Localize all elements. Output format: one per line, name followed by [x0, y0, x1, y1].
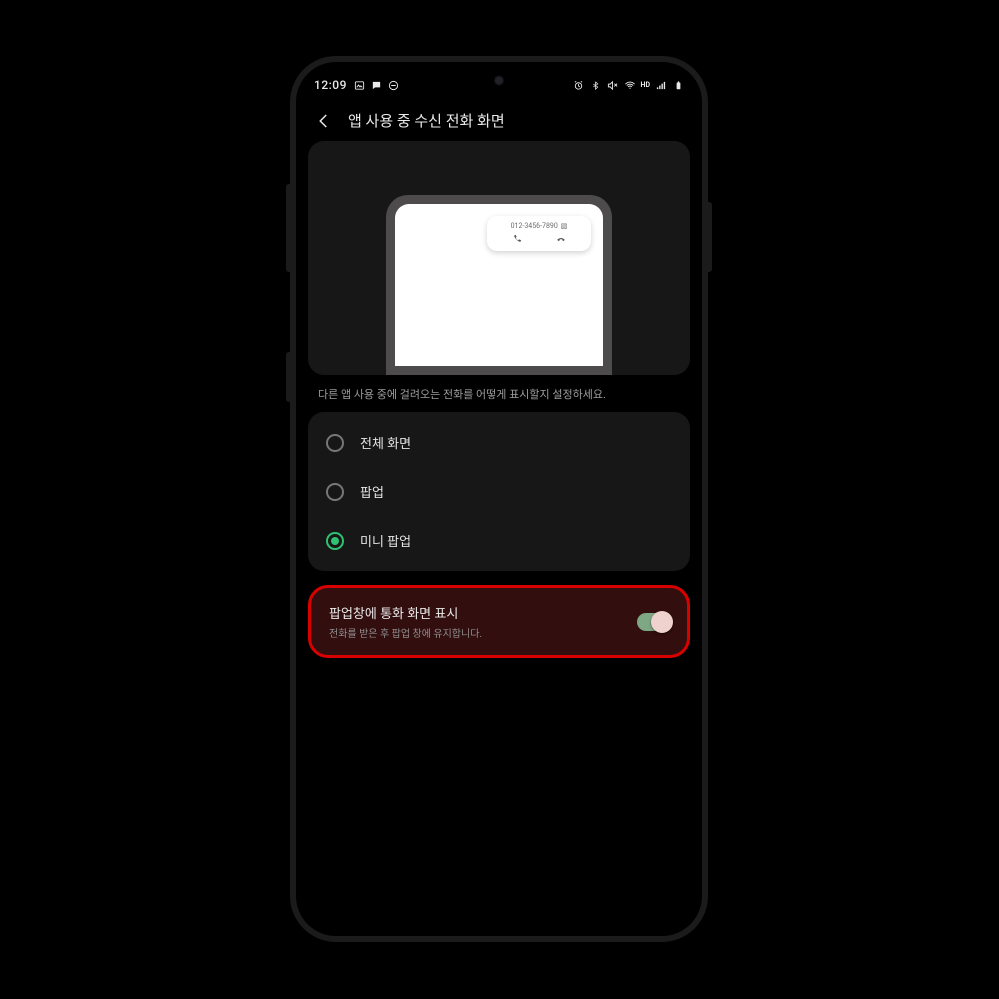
option-minipopup[interactable]: 미니 팝업	[308, 516, 690, 565]
camera-hole	[493, 74, 506, 87]
screen: 12:09	[300, 66, 698, 932]
toggle-subtitle: 전화를 받은 후 팝업 창에 유지합니다.	[329, 625, 482, 640]
display-option-group: 전체 화면 팝업 미니 팝업	[308, 412, 690, 571]
answer-icon	[511, 234, 523, 247]
chat-icon	[371, 79, 383, 91]
preview-card: 012-3456-7890 ▧	[308, 141, 690, 375]
page-title: 앱 사용 중 수신 전화 화면	[348, 110, 505, 131]
decline-icon	[554, 234, 568, 247]
device-frame: 12:09	[290, 56, 708, 942]
keep-in-popup-row[interactable]: 팝업창에 통화 화면 표시 전화를 받은 후 팝업 창에 유지합니다.	[313, 590, 685, 653]
app-header: 앱 사용 중 수신 전화 화면	[300, 96, 698, 141]
option-label: 전체 화면	[360, 433, 411, 452]
toggle-switch[interactable]	[637, 613, 671, 631]
toggle-knob	[651, 611, 673, 633]
dnd-icon	[388, 79, 400, 91]
preview-phone-frame: 012-3456-7890 ▧	[386, 195, 612, 375]
option-label: 팝업	[360, 482, 384, 501]
expand-icon: ▧	[561, 222, 568, 230]
bixby-button	[286, 352, 292, 402]
bluetooth-icon	[590, 79, 602, 91]
option-fullscreen[interactable]: 전체 화면	[308, 418, 690, 467]
radio-icon	[326, 434, 344, 452]
clock: 12:09	[314, 78, 347, 92]
highlight-annotation: 팝업창에 통화 화면 표시 전화를 받은 후 팝업 창에 유지합니다.	[308, 585, 690, 658]
image-icon	[354, 79, 366, 91]
preview-phone-number: 012-3456-7890	[511, 222, 558, 230]
option-label: 미니 팝업	[360, 531, 411, 550]
alarm-icon	[573, 79, 585, 91]
back-button[interactable]	[314, 111, 334, 131]
hd-voice-icon: HD	[641, 82, 651, 89]
preview-phone-screen: 012-3456-7890 ▧	[395, 204, 603, 366]
hint-text: 다른 앱 사용 중에 걸려오는 전화를 어떻게 표시할지 설정하세요.	[308, 375, 690, 412]
toggle-title: 팝업창에 통화 화면 표시	[329, 603, 482, 622]
wifi-icon	[624, 79, 636, 91]
battery-icon	[672, 79, 684, 91]
volume-button	[286, 184, 292, 272]
radio-icon	[326, 532, 344, 550]
signal-icon	[655, 79, 667, 91]
radio-icon	[326, 483, 344, 501]
preview-mini-popup: 012-3456-7890 ▧	[487, 216, 591, 251]
option-popup[interactable]: 팝업	[308, 467, 690, 516]
power-button	[706, 202, 712, 272]
mute-icon	[607, 79, 619, 91]
